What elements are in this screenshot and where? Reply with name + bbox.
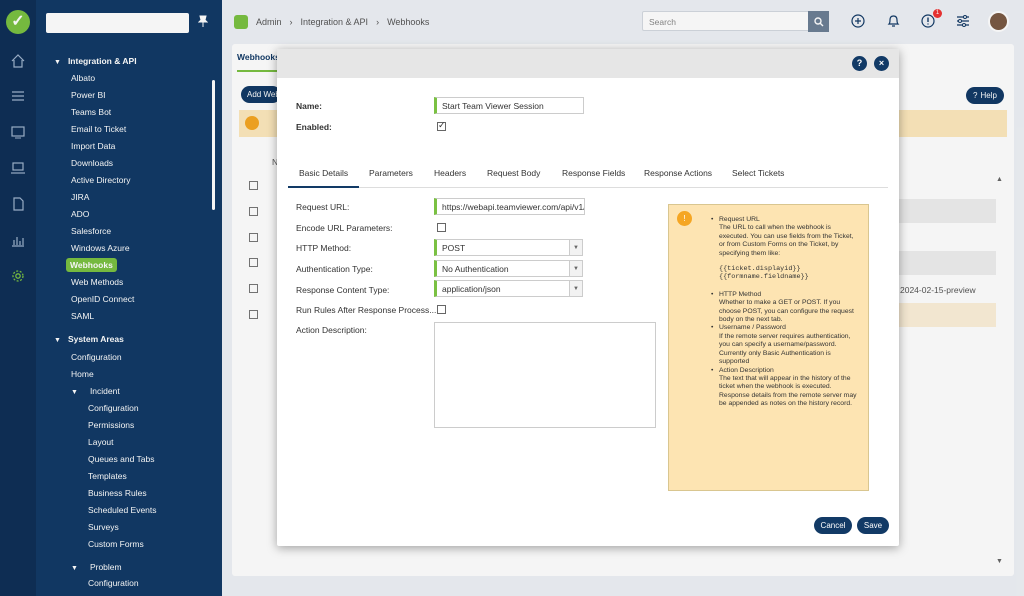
auth-type-value: No Authentication <box>442 264 509 274</box>
http-method-label: HTTP Method: <box>296 243 352 253</box>
action-description-textarea[interactable] <box>434 322 656 428</box>
run-rules-label: Run Rules After Response Process... <box>296 305 437 315</box>
webhook-edit-dialog: ? × Name: Start Team Viewer Session Enab… <box>277 49 899 546</box>
action-description-label: Action Description: <box>296 325 367 335</box>
run-rules-checkbox[interactable] <box>437 305 446 314</box>
content-type-label: Response Content Type: <box>296 285 390 295</box>
cancel-button[interactable]: Cancel <box>814 517 852 534</box>
info-title: Request URL <box>711 216 859 225</box>
name-label: Name: <box>296 101 322 111</box>
dialog-tabs: Basic Details Parameters Headers Request… <box>288 168 888 188</box>
chevron-down-icon: ▼ <box>569 261 582 276</box>
request-url-input[interactable]: https://webapi.teamviewer.com/api/v1/ <box>434 198 585 215</box>
tab-select-tickets[interactable]: Select Tickets <box>732 168 784 186</box>
encode-url-label: Encode URL Parameters: <box>296 223 393 233</box>
info-text: Whether to make a GET or POST. If you ch… <box>719 299 854 324</box>
tab-headers[interactable]: Headers <box>434 168 466 186</box>
tab-response-fields[interactable]: Response Fields <box>562 168 625 186</box>
enabled-checkbox[interactable] <box>437 120 446 131</box>
content-type-value: application/json <box>442 284 501 294</box>
info-text: If the remote server requires authentica… <box>719 332 851 366</box>
info-title: Username / Password <box>711 324 859 333</box>
content-type-select[interactable]: application/json ▼ <box>434 280 583 297</box>
dialog-close-button[interactable]: × <box>874 56 889 71</box>
enabled-label: Enabled: <box>296 122 332 132</box>
http-method-select[interactable]: POST ▼ <box>434 239 583 256</box>
dialog-header: ? × <box>277 49 899 78</box>
http-method-value: POST <box>442 243 466 253</box>
request-url-label: Request URL: <box>296 202 350 212</box>
dialog-help-button[interactable]: ? <box>852 56 867 71</box>
info-title: HTTP Method <box>711 291 859 300</box>
info-text: The text that will appear in the history… <box>719 374 857 408</box>
info-code: {{formname.fieldname}} <box>719 273 809 282</box>
info-title: Action Description <box>711 367 859 376</box>
auth-type-select[interactable]: No Authentication ▼ <box>434 260 583 277</box>
chevron-down-icon: ▼ <box>569 240 582 255</box>
name-input[interactable]: Start Team Viewer Session <box>434 97 584 114</box>
tab-parameters[interactable]: Parameters <box>369 168 413 186</box>
save-button[interactable]: Save <box>857 517 889 534</box>
chevron-down-icon: ▼ <box>569 281 582 296</box>
tab-basic-details[interactable]: Basic Details <box>288 168 360 188</box>
help-info-text: Request URL The URL to call when the web… <box>711 216 859 409</box>
info-text: The URL to call when the webhook is exec… <box>719 224 854 257</box>
auth-type-label: Authentication Type: <box>296 264 373 274</box>
tab-response-actions[interactable]: Response Actions <box>644 168 712 186</box>
tab-request-body[interactable]: Request Body <box>487 168 540 186</box>
encode-url-checkbox[interactable] <box>437 223 446 232</box>
help-info-panel: ! Request URL The URL to call when the w… <box>668 204 869 491</box>
lightbulb-icon: ! <box>677 211 692 226</box>
info-code: {{ticket.displayid}} <box>719 265 801 274</box>
